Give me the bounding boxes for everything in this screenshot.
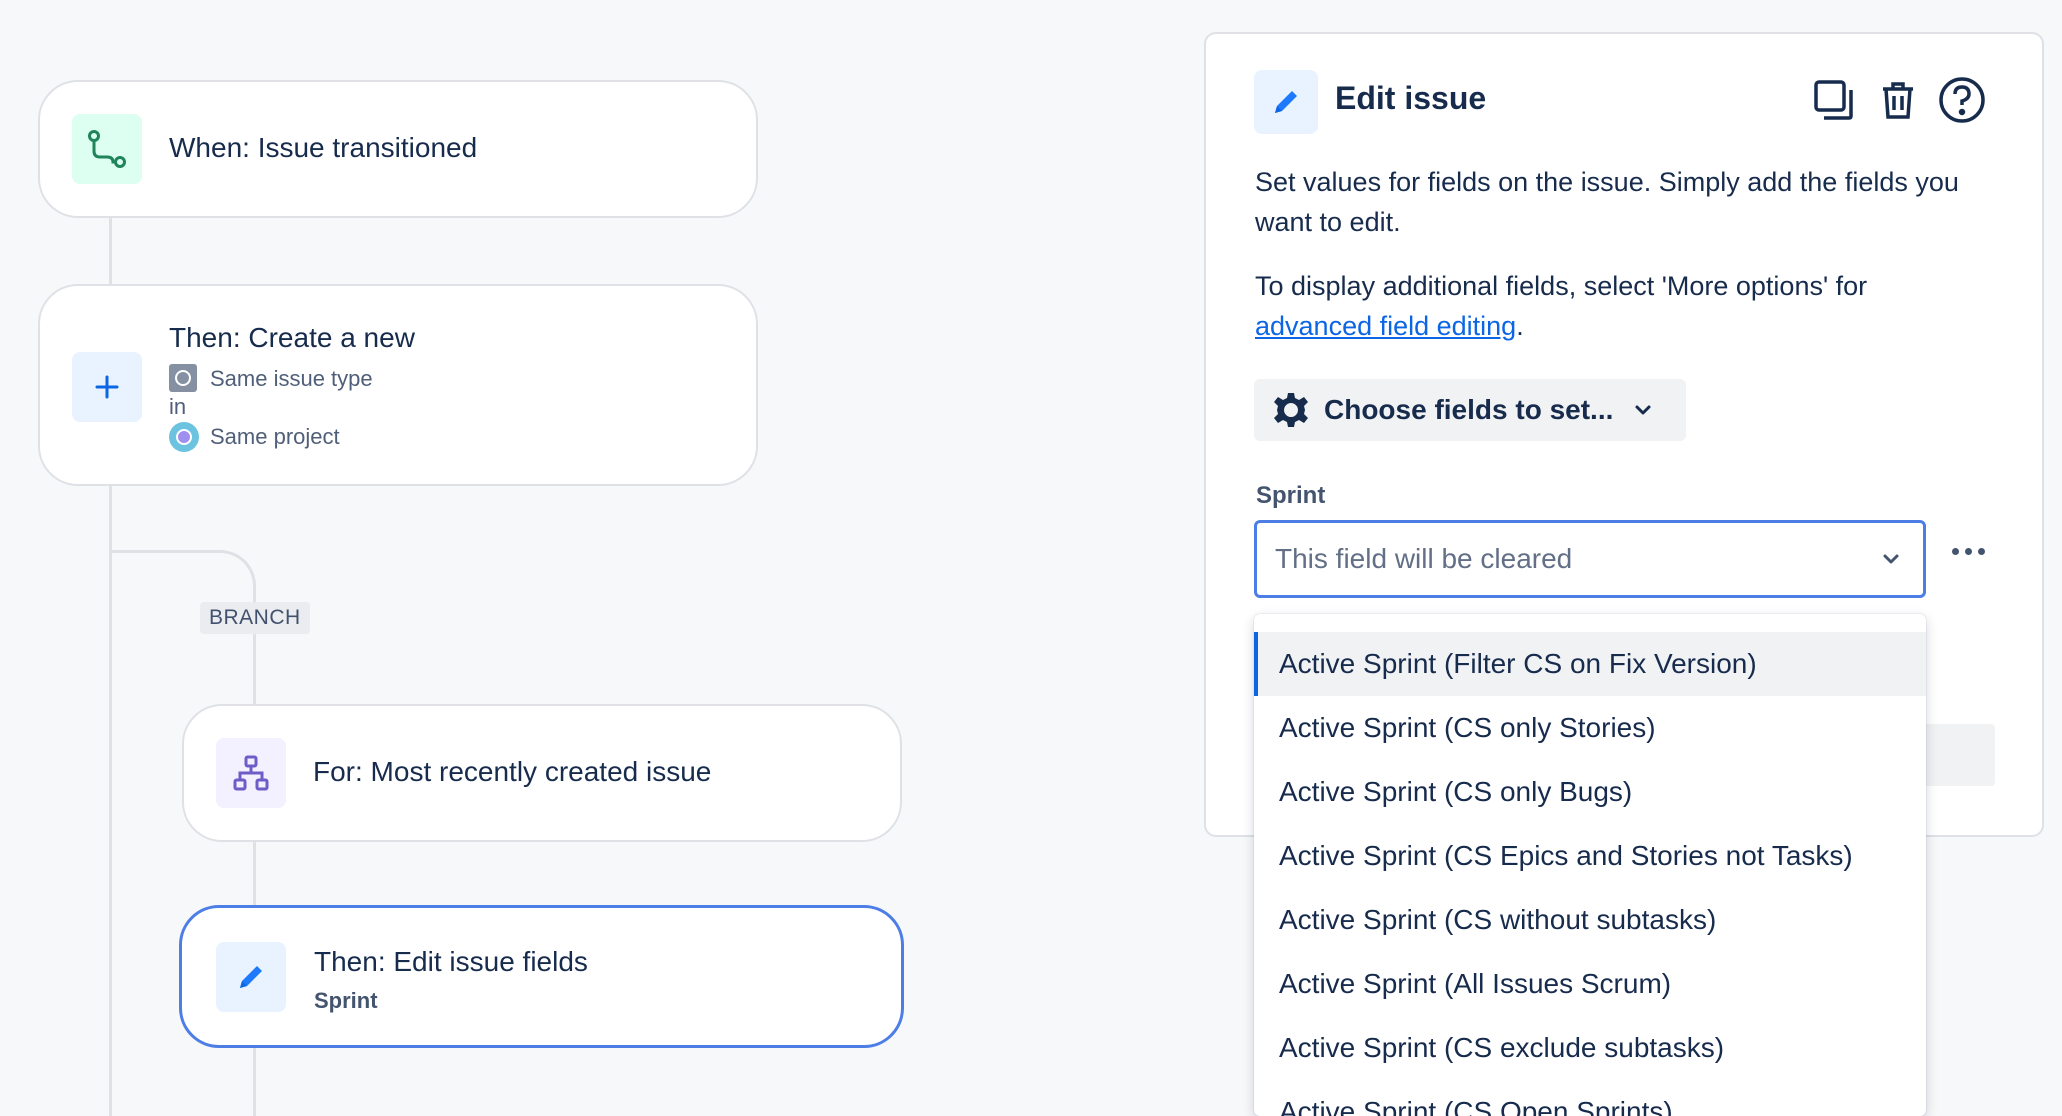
branch-card[interactable]: For: Most recently created issue [182, 704, 902, 842]
more-options-text: To display additional fields, select 'Mo… [1255, 271, 1868, 301]
in-label: in [169, 394, 187, 419]
panel-description: Set values for fields on the issue. Simp… [1255, 167, 1959, 237]
trigger-card[interactable]: When: Issue transitioned [38, 80, 758, 218]
advanced-field-editing-link[interactable]: advanced field editing [1255, 311, 1516, 341]
transition-icon [72, 114, 142, 184]
panel-more-text: To display additional fields, select 'Mo… [1255, 266, 1995, 346]
connector-line [109, 218, 112, 288]
link-suffix: . [1516, 311, 1524, 341]
dropdown-option[interactable]: Active Sprint (CS only Stories) [1254, 696, 1926, 760]
choose-fields-label: Choose fields to set... [1324, 394, 1614, 425]
dropdown-option[interactable]: Active Sprint (CS without subtasks) [1254, 888, 1926, 952]
issue-type-icon [169, 364, 197, 392]
edit-card-subtitle: Sprint [314, 988, 378, 1013]
project-label: Same project [210, 424, 340, 449]
dropdown-option[interactable]: Active Sprint (CS exclude subtasks) [1254, 1016, 1926, 1080]
connector-line [253, 1047, 256, 1116]
dropdown-option[interactable]: Active Sprint (CS Epics and Stories not … [1254, 824, 1926, 888]
edit-card-title: Then: Edit issue fields [314, 946, 588, 977]
branch-title: For: Most recently created issue [313, 756, 712, 787]
project-avatar-icon [169, 422, 199, 452]
connector-line [253, 840, 256, 907]
chevron-down-icon [1881, 549, 1901, 574]
issue-type-label: Same issue type [210, 366, 373, 391]
sprint-select-placeholder: This field will be cleared [1275, 543, 1573, 574]
plus-icon [72, 352, 142, 422]
create-issue-card[interactable]: Then: Create a new Same issue type in Sa… [38, 284, 758, 486]
sprint-field-label: Sprint [1256, 482, 1326, 509]
help-icon[interactable] [1936, 74, 1988, 126]
chevron-down-icon [1633, 400, 1653, 420]
edit-issue-card[interactable]: Then: Edit issue fields Sprint [179, 905, 904, 1048]
dropdown-option[interactable]: Active Sprint (Filter CS on Fix Version) [1254, 632, 1926, 696]
connector-line [253, 638, 256, 704]
sprint-dropdown-menu: Active Sprint (Filter CS on Fix Version)… [1254, 614, 1926, 1116]
dropdown-option[interactable]: Active Sprint (All Issues Scrum) [1254, 952, 1926, 1016]
trigger-title: When: Issue transitioned [169, 132, 478, 163]
panel-pencil-icon [1254, 70, 1318, 134]
trash-icon[interactable] [1872, 74, 1924, 126]
duplicate-icon[interactable] [1808, 74, 1860, 126]
panel-title: Edit issue [1335, 80, 1487, 116]
dropdown-option[interactable]: Active Sprint (CS only Bugs) [1254, 760, 1926, 824]
branch-label: BRANCH [200, 602, 310, 634]
dropdown-option[interactable]: Active Sprint (CS Open Sprints) [1254, 1080, 1926, 1116]
gear-icon [1272, 391, 1310, 429]
sprint-select[interactable]: This field will be cleared [1254, 520, 1926, 598]
choose-fields-button[interactable]: Choose fields to set... [1254, 379, 1686, 441]
more-options-icon[interactable] [1943, 533, 1993, 569]
pencil-icon [216, 942, 286, 1012]
create-title: Then: Create a new [169, 322, 415, 353]
hierarchy-icon [216, 738, 286, 808]
